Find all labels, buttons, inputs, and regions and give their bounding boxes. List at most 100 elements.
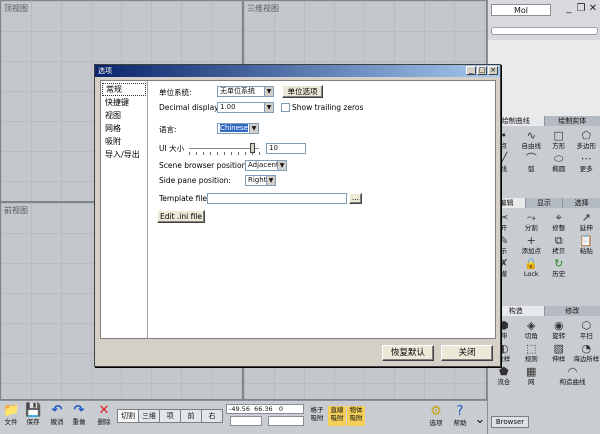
tool-label: 文件 bbox=[4, 418, 18, 426]
dialog-close-icon[interactable]: × bbox=[488, 66, 498, 75]
distance-field[interactable] bbox=[230, 416, 262, 426]
tool-label: 撤消 bbox=[50, 418, 64, 426]
minimize-icon[interactable]: _ bbox=[563, 3, 575, 15]
nav-item-import-export[interactable]: 导入/导出 bbox=[101, 148, 147, 161]
tool-split[interactable]: ⤳ 分割 bbox=[518, 211, 546, 234]
tool-lock[interactable]: 🔒 Lock bbox=[518, 257, 546, 280]
scene-browser-position-select[interactable]: Adjacent ▼ bbox=[245, 160, 287, 171]
tool-blend[interactable]: ⬟ 流合 bbox=[490, 365, 518, 388]
tool-rectangle[interactable]: □ 方形 bbox=[545, 129, 573, 152]
restore-defaults-button[interactable]: 恢复默认 bbox=[382, 345, 434, 361]
view-tab-front[interactable]: 前 bbox=[180, 409, 202, 423]
browser-button[interactable]: Browser bbox=[491, 416, 529, 428]
show-trailing-zeros-checkbox[interactable] bbox=[281, 103, 290, 112]
coordinate-readout[interactable]: -49.56 66.36 0 bbox=[226, 404, 304, 414]
dialog-maximize-icon[interactable]: □ bbox=[477, 66, 487, 75]
decimal-display-select[interactable]: 1.00 ▼ bbox=[217, 102, 274, 113]
nav-item-general[interactable]: 常规 bbox=[102, 83, 146, 96]
restore-icon[interactable]: ❐ bbox=[575, 3, 587, 15]
tool-sweep[interactable]: ⬡ 平扫 bbox=[573, 319, 600, 342]
tool-paste[interactable]: 📋 粘贴 bbox=[573, 234, 600, 257]
language-label: 语言: bbox=[159, 125, 177, 134]
unit-options-button[interactable]: 单位选项 bbox=[282, 85, 323, 98]
help-button[interactable]: ? 帮助 bbox=[448, 404, 472, 427]
nav-item-grid[interactable]: 网格 bbox=[101, 122, 147, 135]
nav-item-view[interactable]: 视图 bbox=[101, 109, 147, 122]
tool-chamfer[interactable]: ◈ 切角 bbox=[518, 319, 546, 342]
tool-ellipse[interactable]: ⬭ 椭圆 bbox=[545, 152, 573, 175]
view-tab-cut[interactable]: 切割 bbox=[117, 409, 139, 423]
split-icon: ⤳ bbox=[526, 211, 536, 224]
template-file-input[interactable] bbox=[207, 193, 347, 204]
options-dialog: 选项 _ □ × 常规 快捷键 视图 网格 吸附 导入/导出 单位系统: 无单位… bbox=[94, 64, 501, 367]
tool-revolve[interactable]: ◉ 旋转 bbox=[545, 319, 573, 342]
object-name-field[interactable]: Mol bbox=[491, 4, 551, 16]
top-viewport-title: 顶视图 bbox=[4, 4, 28, 13]
tool-extend[interactable]: ↗ 延伸 bbox=[573, 211, 600, 234]
snap-line-button[interactable]: 直線吸附 bbox=[328, 406, 346, 426]
collapse-button[interactable]: ⌄ bbox=[472, 412, 486, 427]
help-icon: ? bbox=[456, 404, 464, 419]
panel-progress-bar bbox=[491, 27, 598, 35]
angle-field[interactable] bbox=[268, 416, 304, 426]
delete-button[interactable]: ✕ 删除 bbox=[93, 403, 115, 426]
redo-button[interactable]: ↷ 重做 bbox=[68, 403, 90, 426]
nav-item-shortcuts[interactable]: 快捷键 bbox=[101, 96, 147, 109]
browse-button[interactable]: ... bbox=[349, 193, 362, 204]
close-button[interactable]: 关闭 bbox=[441, 345, 493, 361]
tool-label: 修整 bbox=[552, 224, 566, 232]
tool-copy[interactable]: ⧉ 拷贝 bbox=[545, 234, 573, 257]
side-pane-position-select[interactable]: Right ▼ bbox=[245, 175, 276, 186]
view-tab-right[interactable]: 右 bbox=[201, 409, 223, 423]
tool-label: 椭圆 bbox=[552, 165, 566, 173]
tab-draw-solids[interactable]: 绘制实体 bbox=[544, 116, 600, 126]
tool-edge-loft[interactable]: ◔ 海边所样 bbox=[573, 342, 600, 365]
paste-icon: 📋 bbox=[579, 234, 594, 247]
blend-icon: ⬟ bbox=[498, 365, 509, 378]
side-pane-position-label: Side pane position: bbox=[159, 176, 231, 185]
tool-stretch[interactable]: ▧ 伸样 bbox=[545, 342, 573, 365]
tool-construct-curve[interactable]: ◠ 构造曲线 bbox=[545, 365, 600, 388]
tool-label: 多边形 bbox=[576, 142, 597, 150]
tool-more[interactable]: ⋯ 更多 bbox=[573, 152, 600, 175]
snap-grid-button[interactable]: 格子吸附 bbox=[308, 406, 326, 426]
tool-rule[interactable]: ⬚ 规则 bbox=[518, 342, 546, 365]
language-select[interactable]: Chinese ▼ bbox=[217, 123, 259, 134]
nav-item-snap[interactable]: 吸附 bbox=[101, 135, 147, 148]
ui-size-input[interactable]: 10 bbox=[266, 143, 306, 154]
tab-display[interactable]: 显示 bbox=[525, 198, 564, 208]
ui-size-slider-thumb[interactable] bbox=[250, 143, 255, 153]
tab-modify[interactable]: 修改 bbox=[544, 306, 600, 316]
view-tab-top[interactable]: 项 bbox=[159, 409, 181, 423]
tool-history[interactable]: ↻ 历史 bbox=[545, 257, 573, 280]
tool-mesh[interactable]: ▦ 网 bbox=[518, 365, 546, 388]
tool-label: Lock bbox=[523, 270, 539, 278]
edit-ini-file-button[interactable]: Edit .ini file bbox=[157, 210, 205, 223]
decimal-display-label: Decimal display bbox=[159, 103, 219, 112]
tool-label: 重做 bbox=[72, 418, 86, 426]
tool-label: 构造曲线 bbox=[559, 378, 586, 386]
tool-add-point[interactable]: + 添加点 bbox=[518, 234, 546, 257]
tool-arc[interactable]: ⌒ 弧 bbox=[518, 152, 546, 175]
unit-system-select[interactable]: 无单位系统 ▼ bbox=[217, 86, 274, 97]
snap-object-button[interactable]: 物体吸附 bbox=[347, 406, 365, 426]
rectangle-icon: □ bbox=[553, 129, 564, 142]
ui-size-slider-track[interactable] bbox=[189, 148, 259, 150]
options-button[interactable]: ⚙ 选项 bbox=[424, 404, 448, 427]
tool-label: 粘贴 bbox=[579, 247, 593, 255]
tool-label: 规则 bbox=[524, 355, 538, 363]
view-tab-3d[interactable]: 三维 bbox=[138, 409, 160, 423]
undo-button[interactable]: ↶ 撤消 bbox=[46, 403, 68, 426]
tab-select[interactable]: 选择 bbox=[563, 198, 600, 208]
tool-freehand[interactable]: ∿ 自由线 bbox=[518, 129, 546, 152]
construct-curve-icon: ◠ bbox=[567, 365, 578, 378]
save-button[interactable]: 💾 保存 bbox=[22, 403, 44, 426]
undo-icon: ↶ bbox=[51, 403, 63, 418]
close-icon[interactable]: ✕ bbox=[587, 3, 599, 15]
file-button[interactable]: 📁 文件 bbox=[0, 403, 22, 426]
tool-trim[interactable]: ⌖ 修整 bbox=[545, 211, 573, 234]
tool-polygon[interactable]: ⬠ 多边形 bbox=[573, 129, 600, 152]
polygon-icon: ⬠ bbox=[581, 129, 592, 142]
mesh-icon: ▦ bbox=[526, 365, 537, 378]
dialog-minimize-icon[interactable]: _ bbox=[466, 66, 476, 75]
